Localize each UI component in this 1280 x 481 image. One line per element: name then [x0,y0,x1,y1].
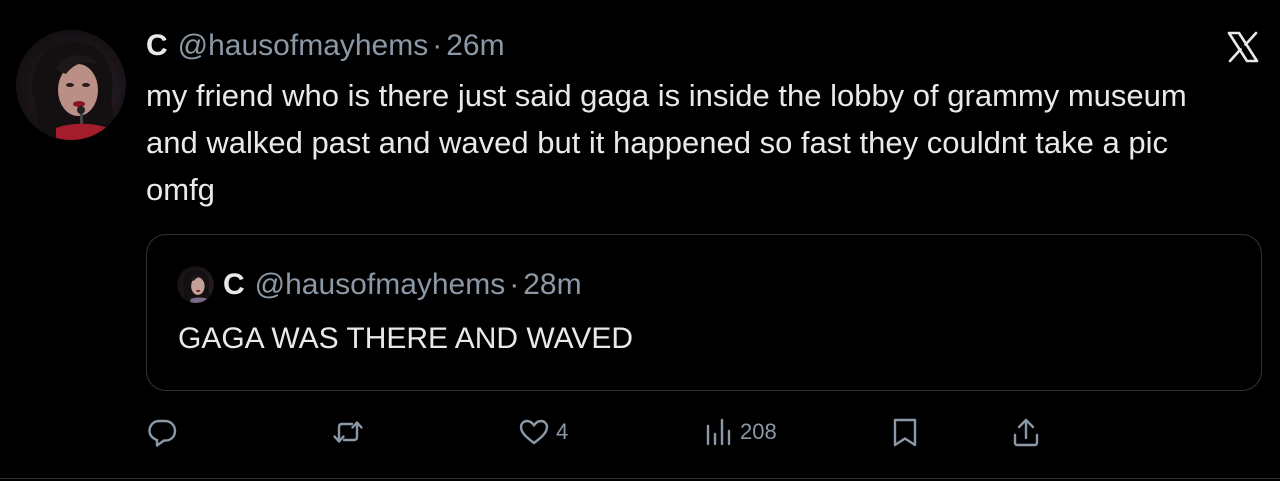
quoted-tweet-timestamp[interactable]: 28m [523,265,581,305]
tweet[interactable]: C @hausofmayhems · 26m my friend who is … [0,0,1280,481]
author-display-name[interactable]: C [146,26,168,66]
reply-button[interactable] [146,405,184,459]
like-count: 4 [556,419,569,444]
header-separator: · [432,29,443,62]
views-button[interactable]: 208 [704,405,777,459]
quoted-tweet-text: GAGA WAS THERE AND WAVED [178,322,634,355]
bookmark-icon [891,416,919,448]
reply-icon [146,416,178,448]
author-avatar[interactable] [16,30,126,140]
quoted-tweet[interactable]: C @hausofmayhems · 28m GAGA WAS THERE AN… [146,234,1262,391]
author-handle[interactable]: @hausofmayhems [178,26,429,66]
bookmark-button[interactable] [891,405,919,459]
quoted-author-display-name[interactable]: C [223,265,245,305]
repost-button[interactable] [331,405,371,459]
views-icon [704,416,734,448]
tweet-action-bar: 4 208 [0,405,1280,459]
tweet-header: C @hausofmayhems · 26m [146,26,505,66]
quoted-author-handle[interactable]: @hausofmayhems [255,265,506,305]
quoted-header-separator: · [509,268,520,301]
views-count: 208 [740,419,777,444]
tweet-text: my friend who is there just said gaga is… [146,78,1187,207]
share-icon [1011,416,1041,448]
like-button[interactable]: 4 [518,405,568,459]
share-button[interactable] [1011,405,1041,459]
quoted-tweet-header: C @hausofmayhems · 28m [223,265,582,305]
heart-icon [518,416,550,448]
x-logo-icon [1226,30,1260,64]
repost-icon [331,416,365,448]
divider [0,478,1280,479]
tweet-timestamp[interactable]: 26m [446,26,504,66]
quoted-author-avatar[interactable] [177,266,214,303]
